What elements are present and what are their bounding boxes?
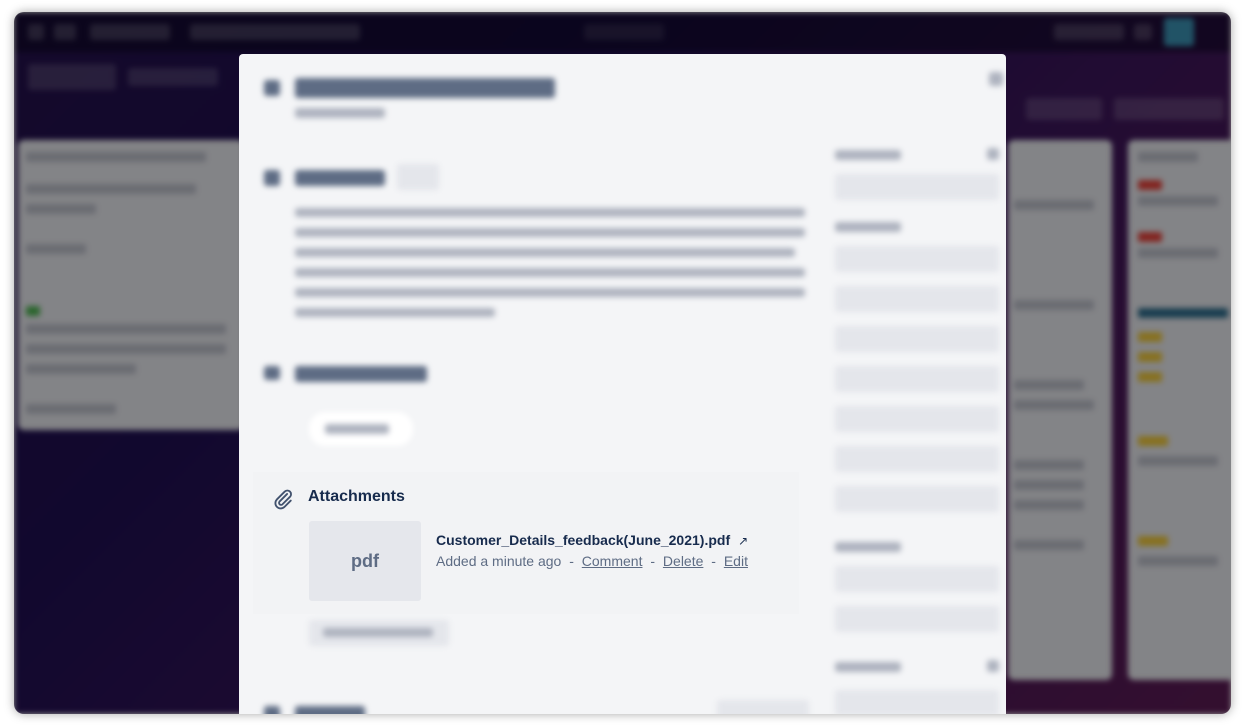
activity-icon xyxy=(264,706,280,714)
card-title[interactable] xyxy=(295,78,555,98)
sidebar-button[interactable] xyxy=(835,406,999,432)
paperclip-icon xyxy=(274,489,292,510)
sidebar-button[interactable] xyxy=(835,366,999,392)
attachment-comment-link[interactable]: Comment xyxy=(582,553,643,569)
description-heading xyxy=(295,170,385,186)
sidebar-button[interactable] xyxy=(835,326,999,352)
app-window: Attachments pdf Customer_Details_feedbac… xyxy=(14,12,1231,714)
description-icon xyxy=(264,170,280,186)
attachment-delete-link[interactable]: Delete xyxy=(663,553,703,569)
sidebar-button[interactable] xyxy=(835,690,999,714)
arrow-up-right-icon[interactable]: ↗ xyxy=(738,534,748,548)
attachment-edit-link[interactable]: Edit xyxy=(724,553,748,569)
attachment-thumbnail[interactable]: pdf xyxy=(309,521,421,601)
separator: - xyxy=(711,553,716,569)
description-edit-button[interactable] xyxy=(397,164,439,190)
card-icon xyxy=(264,80,280,96)
card-detail-modal: Attachments pdf Customer_Details_feedbac… xyxy=(239,54,1006,714)
sidebar-button[interactable] xyxy=(835,606,999,632)
attachment-added-time: Added a minute ago xyxy=(436,553,562,569)
attachment-meta: Added a minute ago - Comment - Delete - … xyxy=(436,553,748,569)
sidebar-button[interactable] xyxy=(835,486,999,512)
attachments-section: Attachments pdf Customer_Details_feedbac… xyxy=(253,472,799,614)
separator: - xyxy=(650,553,656,569)
sidebar-button[interactable] xyxy=(835,286,999,312)
attachments-heading: Attachments xyxy=(308,488,405,505)
close-icon[interactable] xyxy=(989,72,1003,86)
sidebar-button[interactable] xyxy=(835,174,999,200)
file-type-label: pdf xyxy=(351,550,379,571)
separator: - xyxy=(569,553,574,569)
attachment-file-name[interactable]: Customer_Details_feedback(June_2021).pdf xyxy=(436,532,730,548)
show-details-button[interactable] xyxy=(717,700,809,714)
activity-heading xyxy=(295,706,365,714)
custom-field-heading xyxy=(295,366,427,382)
sidebar-button[interactable] xyxy=(835,446,999,472)
card-list-name xyxy=(295,108,385,118)
attachment-file-link[interactable]: Customer_Details_feedback(June_2021).pdf… xyxy=(436,532,748,548)
sidebar-button[interactable] xyxy=(835,566,999,592)
sidebar-button[interactable] xyxy=(835,246,999,272)
